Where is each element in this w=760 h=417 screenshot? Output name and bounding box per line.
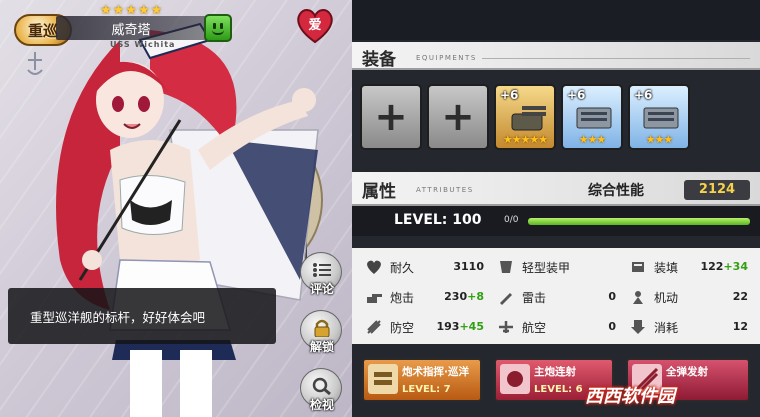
stat-firepower: 炮击 230+8 — [360, 284, 488, 310]
stat-name: 耐久 — [390, 261, 415, 275]
equipment-slot-1[interactable]: + — [360, 84, 422, 150]
gunnery-skill-icon — [368, 364, 398, 394]
comment-list-icon — [313, 263, 331, 277]
stat-durability: 耐久 3110 — [360, 254, 488, 280]
stat-reload: 装填 122+34 — [624, 254, 752, 280]
padlock-icon — [314, 319, 330, 337]
affection-heart[interactable]: 爱 — [296, 8, 334, 44]
comment-button-label: 评论 — [309, 282, 334, 296]
anti-air-gun-icon — [576, 107, 612, 129]
magnifier-icon — [312, 377, 331, 395]
main-gun-skill-icon — [500, 364, 530, 394]
site-watermark: 西西软件园 — [585, 386, 675, 407]
equipment-slot-2[interactable]: + — [427, 84, 489, 150]
stat-value: 0 — [608, 320, 616, 333]
skill-level: LEVEL: 7 — [402, 384, 451, 395]
skill-name: 主炮连射 — [534, 366, 576, 378]
stat-value: 122+34 — [700, 260, 749, 273]
equipment-stars: ★★★★★ — [502, 133, 548, 146]
stat-name: 装填 — [654, 261, 679, 275]
add-equipment-icon: + — [441, 94, 475, 140]
level-row: LEVEL: 100 0/0 — [352, 206, 760, 236]
quote-dialog[interactable]: 重型巡洋舰的标杆，好好体会吧 — [8, 288, 276, 344]
level-text: LEVEL: 100 — [394, 212, 482, 228]
stat-armor: 轻型装甲 — [492, 254, 620, 280]
stat-name: 轻型装甲 — [522, 261, 571, 275]
anti-air-icon — [367, 320, 381, 334]
enhance-level: +6 — [500, 88, 519, 102]
stat-name: 航空 — [522, 321, 547, 335]
enhance-level: +6 — [567, 88, 586, 102]
inspect-button-label: 检视 — [309, 398, 334, 412]
armor-icon — [500, 261, 512, 273]
stat-cost: 消耗 12 — [624, 314, 752, 340]
aviation-icon — [499, 321, 513, 333]
exp-bar-fill — [528, 218, 750, 225]
exp-text: 0/0 — [504, 215, 519, 225]
stat-evasion: 机动 22 — [624, 284, 752, 310]
stat-name: 炮击 — [390, 291, 415, 305]
stat-value: 230+8 — [444, 290, 484, 303]
stat-name: 防空 — [390, 321, 415, 335]
equipment-subtitle: EQUIPMENTS — [416, 54, 477, 62]
skill-name: 全弹发射 — [666, 366, 708, 378]
attribute-grid: 耐久 3110 轻型装甲 装填 122+34 炮击 230+8 雷击 0 机动 … — [352, 248, 760, 344]
ship-name: 威奇塔 — [111, 22, 151, 38]
heart-icon — [367, 260, 381, 274]
stat-value: 193+45 — [436, 320, 485, 333]
stat-anti-air: 防空 193+45 — [360, 314, 488, 340]
exp-bar — [528, 218, 750, 225]
performance-value: 2124 — [684, 180, 750, 200]
ship-code: USS Wichita — [110, 40, 176, 49]
attributes-title: 属性 — [362, 182, 396, 202]
equipment-slot-4[interactable]: +6 ★★★ — [561, 84, 623, 150]
attributes-subtitle: ATTRIBUTES — [416, 186, 474, 194]
turret-gun-icon — [511, 106, 546, 131]
equipment-slot-3[interactable]: +6 ★★★★★ — [494, 84, 556, 150]
enhance-level: +6 — [634, 88, 653, 102]
equipment-header: 装备 EQUIPMENTS — [352, 42, 760, 70]
quote-text: 重型巡洋舰的标杆，好好体会吧 — [30, 309, 206, 325]
affection-label: 爱 — [308, 18, 322, 33]
comment-button[interactable]: 评论 — [300, 252, 342, 296]
stat-torpedo: 雷击 0 — [492, 284, 620, 310]
stat-aviation: 航空 0 — [492, 314, 620, 340]
equipment-slot-5[interactable]: +6 ★★★ — [628, 84, 690, 150]
unlock-button[interactable]: 解锁 — [300, 310, 342, 354]
unlock-button-label: 解锁 — [309, 340, 334, 354]
stat-value: 3110 — [453, 260, 484, 273]
stat-name: 消耗 — [654, 321, 679, 335]
ship-name-bar: 威奇塔 — [56, 16, 206, 40]
equipment-stars: ★★★ — [645, 133, 674, 146]
rarity-stars: ★★★★★ — [100, 3, 164, 18]
header-divider — [482, 58, 750, 59]
skill-1[interactable]: 炮术指挥·巡洋 LEVEL: 7 — [362, 358, 482, 402]
reload-icon — [632, 262, 644, 272]
character-panel: 重巡 威奇塔 ★★★★★ USS Wichita 重型巡洋舰的标杆，好好体会吧 … — [0, 0, 352, 417]
stat-name: 机动 — [654, 291, 679, 305]
evasion-icon — [633, 291, 643, 304]
performance-label: 综合性能 — [588, 183, 644, 199]
add-equipment-icon: + — [374, 94, 408, 140]
smile-face-icon — [204, 14, 232, 42]
equipment-stars: ★★★ — [578, 133, 607, 146]
skill-name: 炮术指挥·巡洋 — [402, 366, 469, 378]
fuel-cost-icon — [631, 320, 645, 334]
cannon-icon — [367, 294, 382, 303]
stat-value: 0 — [608, 290, 616, 303]
stat-name: 雷击 — [522, 291, 547, 305]
equipment-title: 装备 — [362, 50, 396, 70]
inspect-button[interactable]: 检视 — [300, 368, 342, 412]
torpedo-icon — [500, 293, 512, 305]
stat-value: 12 — [732, 320, 748, 333]
anti-air-gun-icon — [643, 107, 679, 129]
stat-value: 22 — [732, 290, 748, 303]
skill-level: LEVEL: 6 — [534, 384, 583, 395]
